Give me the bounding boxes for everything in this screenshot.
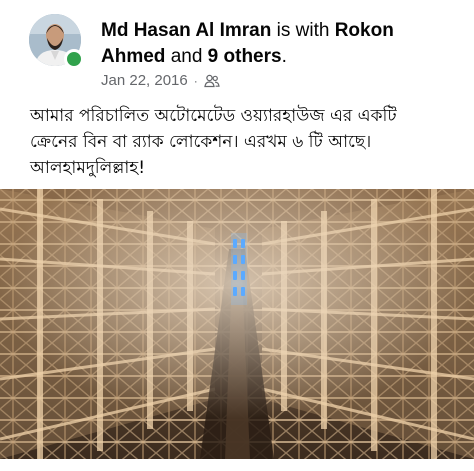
friends-icon[interactable]: [204, 74, 220, 88]
post-text-line: আলহামদুলিল্লাহ!: [30, 158, 146, 178]
meta-separator: ·: [193, 73, 198, 88]
others-link[interactable]: 9 others: [208, 46, 282, 67]
post-text-line: আমার পরিচালিত অটোমেটেড ওয়্যারহাউজ এর এক…: [30, 106, 397, 126]
facebook-post: Md Hasan Al Imran is with Rokon Ahmed an…: [0, 0, 474, 471]
post-title-line: Md Hasan Al Imran is with Rokon Ahmed an…: [101, 18, 461, 70]
warehouse-rack-image: [0, 189, 474, 459]
and-text: and: [170, 46, 203, 67]
period-text: .: [281, 46, 287, 67]
author-name-link[interactable]: Md Hasan Al Imran: [101, 20, 271, 41]
post-photo[interactable]: [0, 189, 474, 459]
post-meta: Jan 22, 2016 ·: [101, 72, 220, 89]
post-date-link[interactable]: Jan 22, 2016: [101, 72, 188, 89]
post-body-text: আমার পরিচালিত অটোমেটেড ওয়্যারহাউজ এর এক…: [30, 103, 460, 181]
post-header: Md Hasan Al Imran is with Rokon Ahmed an…: [0, 0, 474, 100]
author-avatar[interactable]: [29, 14, 84, 69]
online-status-dot: [64, 49, 84, 69]
with-connector-text: is with: [276, 20, 330, 41]
post-text-line: ক্রেনের বিন বা র‍্যাক লোকেশন। এরখম ৬ টি …: [30, 132, 372, 152]
